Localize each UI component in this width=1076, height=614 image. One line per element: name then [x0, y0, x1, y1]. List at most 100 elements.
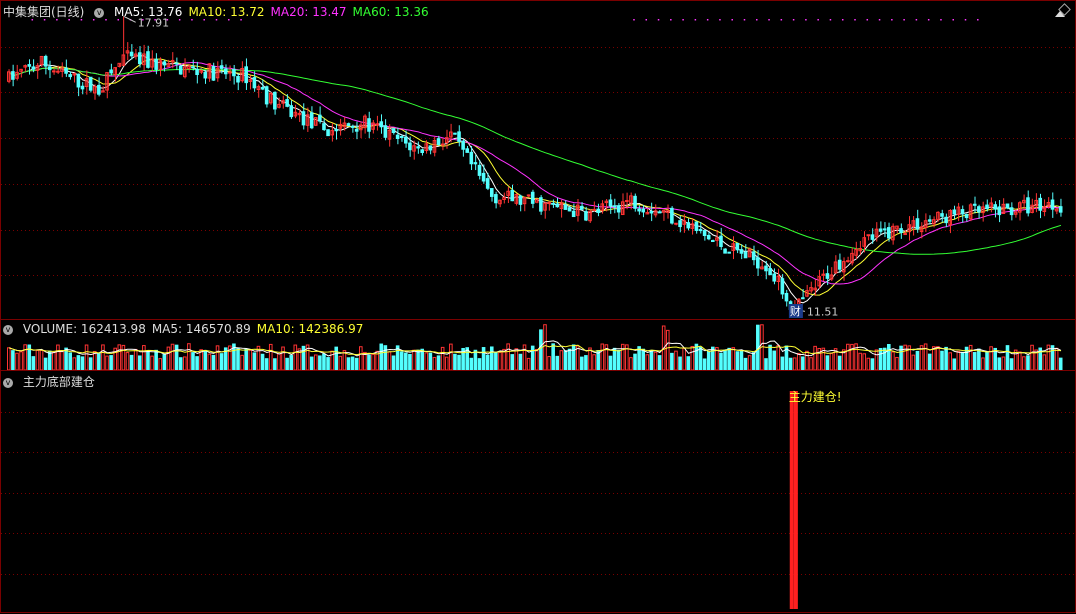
candle-body	[285, 99, 289, 107]
candle-body	[1026, 197, 1030, 214]
volume-bar	[751, 352, 756, 371]
volume-bar	[105, 355, 109, 371]
candle-body	[494, 194, 498, 204]
candle-body	[952, 209, 957, 215]
candle-body	[461, 140, 465, 150]
candle-body	[768, 268, 772, 276]
volume-bar	[313, 354, 318, 371]
volume-bar	[15, 352, 19, 371]
candle-body	[219, 65, 224, 69]
event-dot	[743, 19, 746, 21]
candle-body	[195, 68, 199, 75]
candle-body	[719, 235, 723, 247]
candle-body	[399, 135, 404, 138]
signal-label: 主力建仓!	[789, 390, 842, 404]
candle-body	[465, 148, 470, 153]
candle-body	[391, 128, 396, 134]
candle-body	[354, 128, 359, 132]
candle-body	[252, 77, 257, 89]
volume-bar	[219, 353, 224, 371]
candle-body	[711, 240, 715, 243]
volume-bar	[514, 348, 519, 371]
candle-body	[322, 123, 326, 131]
candle-body	[702, 230, 707, 237]
volume-bar	[927, 353, 932, 371]
candle-body	[596, 208, 600, 213]
volume-bar	[252, 352, 257, 371]
volume-bar	[788, 357, 793, 371]
volume-bar	[39, 349, 44, 371]
volume-bar	[117, 344, 122, 371]
candle-body	[866, 234, 871, 237]
volume-bar	[273, 358, 277, 371]
candle-body	[52, 70, 56, 73]
volume-bar	[1005, 345, 1010, 371]
candle-body	[223, 68, 228, 75]
volume-bar	[792, 357, 797, 371]
volume-bar	[526, 357, 531, 371]
candle-body	[404, 136, 408, 144]
event-dot	[645, 19, 648, 21]
ma60-line	[8, 67, 1062, 255]
volume-bar	[52, 351, 56, 371]
candle-body	[837, 259, 842, 270]
candle-body	[616, 205, 621, 213]
candle-body	[764, 265, 768, 272]
candle-body	[686, 222, 691, 229]
volume-bar	[678, 356, 682, 371]
volume-bar	[735, 351, 740, 371]
volume-bar	[960, 351, 965, 371]
candle-body	[723, 248, 727, 254]
volume-bar	[665, 329, 670, 371]
volume-bar	[743, 357, 748, 371]
event-dot	[977, 19, 979, 21]
volume-bar	[776, 344, 781, 371]
volume-bar	[289, 355, 294, 371]
candle-body	[154, 58, 158, 70]
candle-body	[899, 228, 903, 233]
candle-body	[469, 151, 474, 165]
volume-bar	[858, 352, 862, 371]
signal-bar	[789, 391, 794, 609]
candle-body	[539, 197, 543, 212]
volume-bar	[887, 344, 891, 371]
event-dot	[891, 19, 893, 21]
collapse-icon[interactable]: v	[3, 324, 13, 335]
candle-body	[31, 66, 36, 70]
volume-bar	[363, 351, 367, 371]
volume-bar	[142, 345, 146, 371]
volume-bar	[11, 350, 15, 371]
candle-body	[178, 65, 183, 75]
candle-body	[326, 129, 330, 137]
volume-bar	[739, 350, 744, 371]
volume-bar	[768, 344, 772, 371]
volume-bar	[547, 356, 551, 371]
volume-bar	[948, 352, 952, 371]
volume-bar	[432, 356, 437, 371]
event-dot	[657, 19, 660, 21]
candle-body	[592, 208, 596, 211]
volume-bar	[150, 355, 154, 371]
candle-body	[784, 292, 789, 302]
volume-bar	[449, 343, 453, 371]
volume-bar	[326, 357, 330, 371]
volume-bar	[146, 350, 150, 371]
scroll-up-icon[interactable]	[1055, 11, 1065, 17]
candle-body	[420, 149, 424, 154]
collapse-icon[interactable]: v	[3, 377, 13, 388]
volume-bar	[690, 345, 695, 371]
volume-bar	[989, 346, 993, 371]
volume-bar	[424, 352, 429, 371]
collapse-icon[interactable]: v	[94, 7, 105, 18]
volume-bar	[346, 357, 351, 371]
volume-bar	[723, 349, 727, 371]
candle-body	[489, 188, 494, 197]
candle-body	[379, 121, 384, 128]
candle-body	[383, 125, 388, 138]
ma20-line	[8, 61, 1061, 285]
volume-bar	[60, 350, 64, 371]
volume-bar	[19, 351, 23, 371]
price-header: 中集集团(日线) v MA5: 13.76 MA10: 13.72 MA20: 13…	[3, 3, 441, 20]
event-dot	[878, 19, 881, 21]
volume-bar	[936, 346, 940, 371]
